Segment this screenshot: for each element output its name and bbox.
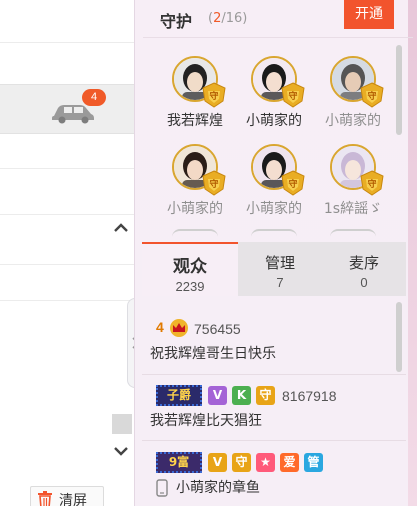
guard-crest-icon: 守 bbox=[281, 82, 305, 108]
star-badge: ★ bbox=[256, 453, 275, 472]
guard-member[interactable]: 守我若辉煌 bbox=[155, 52, 235, 132]
guard-member[interactable]: 守 1s綷謡ゞ bbox=[313, 140, 393, 220]
guard-badge: 守 bbox=[256, 386, 275, 405]
divider bbox=[0, 214, 134, 215]
guard-header: 守护 (2/16) 开通 bbox=[143, 0, 413, 38]
guard-name: 我若辉煌 bbox=[167, 113, 223, 129]
k-badge: K bbox=[232, 386, 251, 405]
clear-screen-label: 清屏 bbox=[59, 493, 87, 506]
mobile-phone-icon bbox=[156, 479, 168, 497]
chat-scrollbar[interactable] bbox=[396, 302, 402, 372]
guard-member[interactable]: 守小萌家的 bbox=[313, 52, 393, 132]
left-panel: 4 清屏 bbox=[0, 0, 134, 506]
guard-crest-icon: 守 bbox=[281, 170, 305, 196]
guard-badge: 守 bbox=[232, 453, 251, 472]
guard-crest-icon: 守 bbox=[202, 82, 226, 108]
svg-text:守: 守 bbox=[367, 178, 376, 190]
divider bbox=[0, 42, 134, 43]
guard-member-partial[interactable] bbox=[251, 229, 297, 237]
noble-title-badge: 子爵 bbox=[156, 385, 202, 406]
svg-text:守: 守 bbox=[209, 178, 218, 190]
trash-icon bbox=[38, 491, 52, 506]
guard-crest-icon: 守 bbox=[360, 82, 384, 108]
guard-scrollbar[interactable] bbox=[396, 45, 402, 135]
guard-member[interactable]: 守小萌家的 bbox=[155, 140, 235, 220]
guard-name: 小萌家的 bbox=[167, 201, 223, 217]
guard-member-partial[interactable] bbox=[330, 229, 376, 237]
wealth-title-badge: 9富 bbox=[156, 452, 202, 473]
guard-member[interactable]: 守小萌家的 bbox=[234, 52, 314, 132]
guard-name: 小萌家的 bbox=[325, 113, 381, 129]
guard-crest-icon: 守 bbox=[202, 170, 226, 196]
svg-text:守: 守 bbox=[288, 178, 297, 190]
tab-mic-queue[interactable]: 麦序 0 bbox=[322, 242, 406, 296]
tab-count: 7 bbox=[276, 275, 284, 290]
divider bbox=[0, 264, 134, 265]
chat-text: 我若辉煌比天猖狂 bbox=[150, 413, 262, 429]
guard-count: (2/16) bbox=[208, 11, 248, 26]
clear-screen-button[interactable]: 清屏 bbox=[30, 486, 104, 506]
scrollbar-thumb[interactable] bbox=[112, 414, 132, 434]
vip-badge: V bbox=[208, 453, 227, 472]
tab-admins[interactable]: 管理 7 bbox=[238, 242, 322, 296]
guard-member-partial[interactable] bbox=[172, 229, 218, 237]
audience-tabs: 观众 2239 管理 7 麦序 0 bbox=[142, 242, 406, 296]
vip-badge: V bbox=[208, 386, 227, 405]
chevron-up-icon[interactable] bbox=[112, 219, 130, 237]
tab-label: 管理 bbox=[264, 254, 295, 272]
car-count-badge: 4 bbox=[82, 89, 106, 106]
fan-badge: 爱 bbox=[280, 453, 299, 472]
user-id: 756455 bbox=[194, 321, 241, 337]
user-id: 8167918 bbox=[282, 388, 337, 404]
divider bbox=[142, 374, 406, 375]
chat-text: 小萌家的章鱼 bbox=[176, 480, 260, 496]
guard-member[interactable]: 守小萌家的 bbox=[234, 140, 314, 220]
svg-text:守: 守 bbox=[367, 90, 376, 102]
guard-name: 小萌家的 bbox=[246, 201, 302, 217]
crown-icon bbox=[170, 319, 188, 337]
open-guard-button[interactable]: 开通 bbox=[344, 0, 394, 29]
guard-name: 小萌家的 bbox=[246, 113, 302, 129]
car-row[interactable] bbox=[0, 84, 134, 134]
divider bbox=[0, 300, 134, 301]
guard-crest-icon: 守 bbox=[360, 170, 384, 196]
chevron-down-icon[interactable] bbox=[112, 442, 130, 460]
divider bbox=[142, 440, 406, 441]
chat-text: 祝我辉煌哥生日快乐 bbox=[150, 346, 276, 362]
svg-text:守: 守 bbox=[209, 90, 218, 102]
guard-title: 守护 bbox=[160, 12, 193, 31]
divider bbox=[0, 168, 134, 169]
tab-label: 麦序 bbox=[348, 254, 379, 272]
tab-label: 观众 bbox=[173, 257, 207, 277]
tab-count: 0 bbox=[360, 275, 368, 290]
tab-count: 2239 bbox=[175, 279, 205, 294]
tab-audience[interactable]: 观众 2239 bbox=[142, 242, 238, 296]
level-number: 4 bbox=[156, 319, 164, 335]
admin-badge: 管 bbox=[304, 453, 323, 472]
guard-name: 1s綷謡ゞ bbox=[323, 201, 383, 217]
panel-edge bbox=[408, 0, 417, 506]
svg-text:守: 守 bbox=[288, 90, 297, 102]
